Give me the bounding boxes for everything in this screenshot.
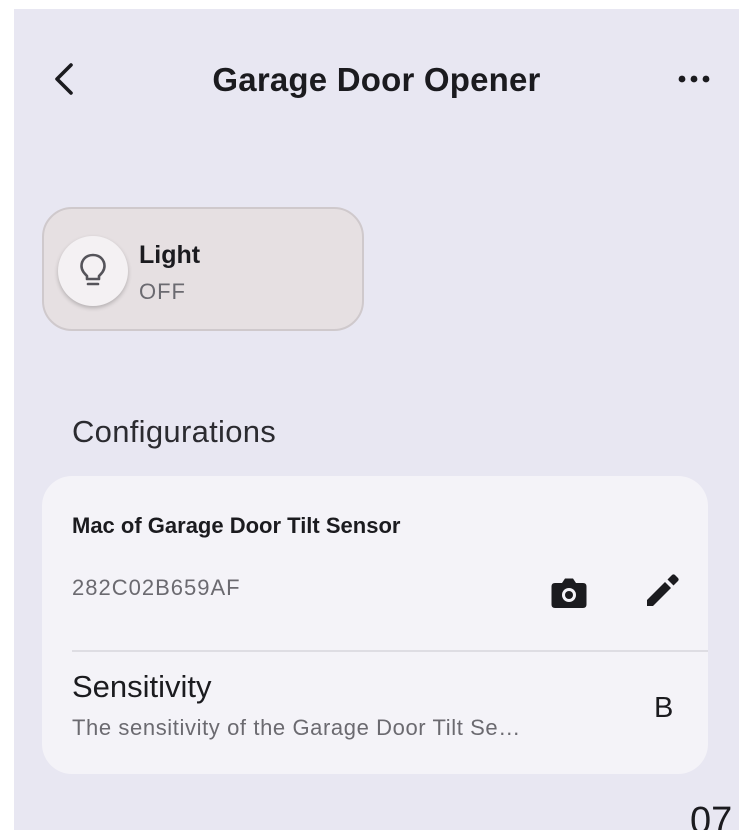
scan-camera-button[interactable] <box>547 571 591 615</box>
corner-text: 07 <box>690 800 733 830</box>
sensitivity-title: Sensitivity <box>72 669 212 704</box>
sensitivity-row[interactable]: Sensitivity The sensitivity of the Garag… <box>42 652 708 774</box>
lightbulb-icon <box>80 253 106 286</box>
light-tile[interactable]: Light OFF <box>42 207 364 331</box>
mac-value: 282C02B659AF <box>72 575 241 600</box>
light-toggle[interactable] <box>58 236 128 306</box>
back-button[interactable] <box>44 59 84 99</box>
screen: Garage Door Opener Light OFF Configurati… <box>14 9 739 830</box>
edit-button[interactable] <box>640 569 684 613</box>
sensitivity-description: The sensitivity of the Garage Door Tilt … <box>72 715 521 740</box>
pencil-icon <box>647 574 679 606</box>
app-header: Garage Door Opener <box>14 39 739 119</box>
configurations-heading: Configurations <box>72 414 277 449</box>
more-options-button[interactable] <box>664 59 724 99</box>
mac-label: Mac of Garage Door Tilt Sensor <box>72 513 401 538</box>
page-title: Garage Door Opener <box>212 61 541 98</box>
configurations-card: Mac of Garage Door Tilt Sensor 282C02B65… <box>42 476 708 774</box>
sensitivity-value: B <box>654 692 674 724</box>
light-state: OFF <box>139 279 186 304</box>
more-horizontal-icon <box>678 75 710 83</box>
camera-icon <box>551 578 587 608</box>
chevron-left-icon <box>55 63 73 95</box>
light-name: Light <box>139 241 201 269</box>
